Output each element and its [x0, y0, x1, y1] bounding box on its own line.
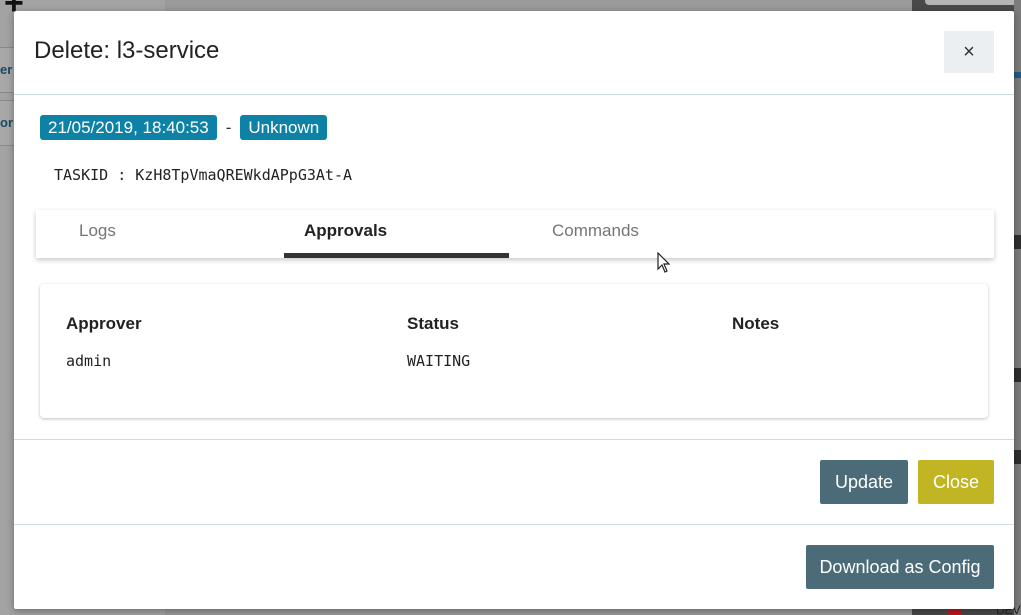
update-button[interactable]: Update [820, 460, 908, 504]
modal-header: Delete: l3-service × [14, 11, 1014, 95]
modal-title: Delete: l3-service [34, 37, 220, 64]
column-header-approver: Approver [66, 314, 142, 333]
background-accent [1014, 72, 1021, 78]
tab-logs[interactable]: Logs [36, 210, 261, 258]
tab-commands[interactable]: Commands [509, 210, 734, 258]
footer-divider [14, 439, 1014, 440]
task-id: TASKID : KzH8TpVmaQREWkdAPpG3At-A [54, 166, 353, 184]
background-sidebar-item: or [0, 100, 14, 146]
delete-task-modal: Delete: l3-service × 21/05/2019, 18:40:5… [14, 11, 1014, 609]
approvals-table: Approver Status Notes admin WAITING [40, 284, 988, 418]
background-right-header [925, 0, 1021, 5]
status-badge: Unknown [240, 115, 328, 140]
column-header-notes: Notes [732, 314, 780, 333]
background-sidebar-item: er [0, 47, 14, 93]
close-button[interactable]: Close [918, 460, 994, 504]
close-icon[interactable]: × [944, 31, 994, 73]
task-meta: 21/05/2019, 18:40:53- Unknown [40, 115, 328, 141]
tab-approvals[interactable]: Approvals [284, 210, 509, 258]
timestamp-badge: 21/05/2019, 18:40:53 [40, 115, 217, 140]
approver-cell: admin [66, 352, 112, 370]
column-header-status: Status [407, 314, 459, 333]
background-right-strip [1014, 0, 1021, 615]
mouse-cursor-icon [657, 252, 671, 273]
background-band [1014, 368, 1021, 382]
tab-bar: Logs Approvals Commands [36, 210, 994, 258]
background-band [1014, 450, 1021, 464]
meta-separator: - [225, 117, 232, 137]
background-band [1014, 235, 1021, 249]
footer-divider [14, 524, 1014, 525]
status-cell: WAITING [407, 352, 471, 370]
download-config-button[interactable]: Download as Config [806, 545, 994, 589]
